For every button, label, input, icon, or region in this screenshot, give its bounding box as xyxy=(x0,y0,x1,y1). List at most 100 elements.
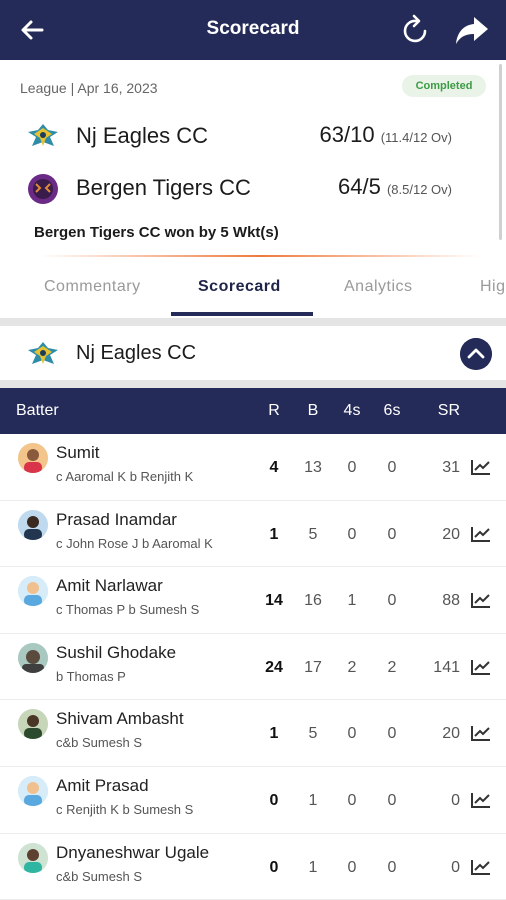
player-name[interactable]: Sumit xyxy=(56,443,99,463)
player-avatar-icon xyxy=(18,576,48,607)
player-avatar-icon xyxy=(18,642,48,673)
player-name[interactable]: Dnyaneshwar Ugale xyxy=(56,843,209,863)
table-row[interactable]: Amit Prasad c Renjith K b Sumesh S 0 1 0… xyxy=(0,767,506,834)
table-row[interactable]: Shivam Ambasht c&b Sumesh S 1 5 0 0 20 xyxy=(0,700,506,767)
accent-divider xyxy=(40,255,480,257)
strike-rate-value: 0 xyxy=(451,791,460,809)
table-row[interactable]: Dnyaneshwar Ugale c&b Sumesh S 0 1 0 0 0 xyxy=(0,834,506,900)
dismissal-text: b Thomas P xyxy=(56,668,126,684)
dismissal-text: c&b Sumesh S xyxy=(56,868,142,884)
sixes-value: 0 xyxy=(387,725,397,743)
stats-chart-icon[interactable] xyxy=(470,658,492,676)
runs-value: 24 xyxy=(265,658,283,676)
team-row-2: Bergen Tigers CC 64/5 (8.5/12 Ov) xyxy=(0,168,506,208)
strike-rate-value: 88 xyxy=(442,592,460,610)
dismissal-text: c Renjith K b Sumesh S xyxy=(56,801,194,817)
team-logo-icon xyxy=(28,174,58,204)
header-runs: R xyxy=(268,402,280,419)
fours-value: 0 xyxy=(347,525,357,543)
runs-value: 0 xyxy=(269,858,279,876)
runs-value: 14 xyxy=(265,592,283,610)
player-name[interactable]: Prasad Inamdar xyxy=(56,510,177,530)
stats-chart-icon[interactable] xyxy=(470,525,492,543)
header-batter: Batter xyxy=(16,402,59,419)
dismissal-text: c Thomas P b Sumesh S xyxy=(56,602,200,618)
tab-scorecard[interactable]: Scorecard xyxy=(198,278,281,296)
strike-rate-value: 31 xyxy=(442,459,460,476)
top-app-bar: Scorecard xyxy=(0,0,506,60)
tab-commentary[interactable]: Commentary xyxy=(44,278,141,296)
match-meta: League | Apr 16, 2023 xyxy=(20,80,158,96)
team-score: 63/10 (11.4/12 Ov) xyxy=(320,122,452,148)
score-value: 64/5 xyxy=(338,174,381,199)
runs-value: 4 xyxy=(269,459,279,476)
strike-rate-value: 0 xyxy=(451,858,460,876)
stats-chart-icon[interactable] xyxy=(470,791,492,809)
balls-value: 1 xyxy=(308,791,318,809)
collapse-chevron-icon[interactable] xyxy=(460,338,492,370)
balls-value: 16 xyxy=(304,592,322,610)
fours-value: 0 xyxy=(347,791,357,809)
team-score: 64/5 (8.5/12 Ov) xyxy=(338,174,452,200)
team-logo-icon xyxy=(28,342,58,364)
player-name[interactable]: Amit Prasad xyxy=(56,776,149,796)
table-row[interactable]: Sushil Ghodake b Thomas P 24 17 2 2 141 xyxy=(0,634,506,701)
team-name: Bergen Tigers CC xyxy=(76,175,251,200)
share-icon[interactable] xyxy=(454,14,490,46)
balls-value: 17 xyxy=(304,658,322,676)
table-row[interactable]: Amit Narlawar c Thomas P b Sumesh S 14 1… xyxy=(0,567,506,634)
player-name[interactable]: Shivam Ambasht xyxy=(56,709,184,729)
sixes-value: 0 xyxy=(387,525,397,543)
active-tab-indicator xyxy=(171,312,313,316)
balls-value: 5 xyxy=(308,525,318,543)
fours-value: 0 xyxy=(347,725,357,743)
status-badge: Completed xyxy=(402,75,486,97)
stats-chart-icon[interactable] xyxy=(470,591,492,609)
header-strike-rate: SR xyxy=(437,402,460,419)
player-avatar-icon xyxy=(18,443,48,473)
balls-value: 5 xyxy=(308,725,318,743)
strike-rate-value: 20 xyxy=(442,725,460,743)
sixes-value: 0 xyxy=(387,858,397,876)
sixes-value: 0 xyxy=(387,592,397,610)
dismissal-text: c John Rose J b Aaromal K xyxy=(56,535,213,551)
balls-value: 1 xyxy=(308,858,318,876)
runs-value: 1 xyxy=(269,525,279,543)
innings-header[interactable]: Nj Eagles CC xyxy=(0,326,506,380)
dismissal-text: c&b Sumesh S xyxy=(56,735,142,751)
header-fours: 4s xyxy=(343,402,361,419)
tab-analytics[interactable]: Analytics xyxy=(344,278,413,296)
player-name[interactable]: Sushil Ghodake xyxy=(56,643,176,663)
scrollbar[interactable] xyxy=(499,64,502,240)
header-balls: B xyxy=(307,402,319,419)
overs-value: (8.5/12 Ov) xyxy=(386,182,452,197)
sixes-value: 0 xyxy=(387,791,397,809)
stats-chart-icon[interactable] xyxy=(470,458,492,476)
table-row[interactable]: Sumit c Aaromal K b Renjith K 4 13 0 0 3… xyxy=(0,434,506,501)
fours-value: 0 xyxy=(347,858,357,876)
stats-chart-icon[interactable] xyxy=(470,724,492,742)
match-result: Bergen Tigers CC won by 5 Wkt(s) xyxy=(34,224,279,241)
batting-table-header: Batter R B 4s 6s SR xyxy=(0,388,506,434)
tab-bar: Commentary Scorecard Analytics Hig xyxy=(0,262,506,318)
header-sixes: 6s xyxy=(383,402,401,419)
strike-rate-value: 20 xyxy=(442,525,460,543)
sixes-value: 0 xyxy=(387,459,397,476)
tab-highlights[interactable]: Hig xyxy=(480,278,506,296)
section-divider xyxy=(0,318,506,326)
player-avatar-icon xyxy=(18,775,48,806)
refresh-icon[interactable] xyxy=(400,14,432,46)
player-avatar-icon xyxy=(18,842,48,873)
balls-value: 13 xyxy=(304,459,322,476)
team-logo-icon xyxy=(28,124,58,146)
team-name: Nj Eagles CC xyxy=(76,123,209,148)
runs-value: 1 xyxy=(269,725,279,743)
player-name[interactable]: Amit Narlawar xyxy=(56,576,163,596)
sixes-value: 2 xyxy=(387,658,397,676)
stats-chart-icon[interactable] xyxy=(470,858,492,876)
table-row[interactable]: Prasad Inamdar c John Rose J b Aaromal K… xyxy=(0,501,506,568)
batting-table-body: Sumit c Aaromal K b Renjith K 4 13 0 0 3… xyxy=(0,434,506,900)
fours-value: 2 xyxy=(347,658,357,676)
score-value: 63/10 xyxy=(319,122,375,147)
strike-rate-value: 141 xyxy=(433,658,460,676)
